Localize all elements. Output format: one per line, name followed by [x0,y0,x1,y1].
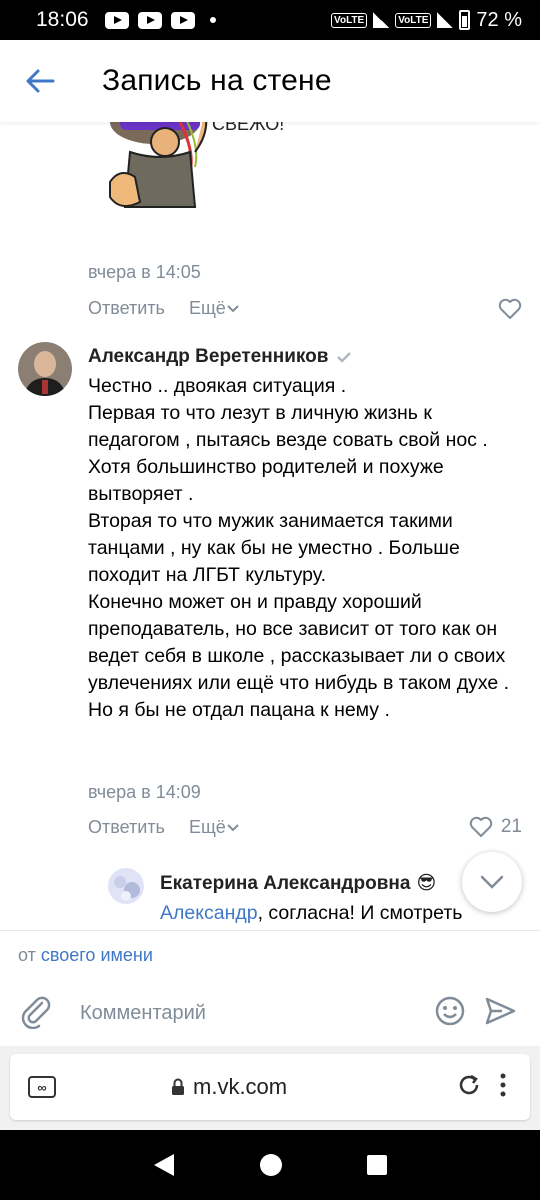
youtube-notification-icon [170,11,195,29]
avatar[interactable] [108,868,144,904]
like-count: 21 [500,816,522,837]
comment-line: Первая то что лезут в личную жизнь к пед… [88,402,488,451]
emoji-button[interactable] [434,995,468,1032]
sticker-image: СВЕЖО! [100,122,300,232]
browser-menu-button[interactable] [500,1073,506,1102]
url-text: m.vk.com [193,1074,288,1099]
author-name: Александр Веретенников [88,346,329,367]
status-time: 18:06 [36,8,89,31]
url-display[interactable]: m.vk.com [171,1074,287,1100]
reload-icon [459,1074,479,1094]
browser-toolbar: ∞ m.vk.com [0,1046,540,1130]
comment-actions: Ответить Ещё [88,817,240,838]
send-button[interactable] [484,995,518,1032]
reply-text-content: , согласна! И смотреть [257,902,463,924]
author-name: Екатерина Александровна [160,872,411,894]
status-right: VoLTE VoLTE 72 % [331,9,522,32]
back-button[interactable] [0,40,80,122]
comment-composer: Комментарий [0,980,540,1046]
more-notifications-icon [209,17,216,23]
reply-button[interactable]: Ответить [88,298,165,319]
sticker-caption: СВЕЖО! [212,122,284,134]
address-bar[interactable]: ∞ m.vk.com [10,1054,530,1120]
more-label: Ещё [188,298,226,318]
arrow-left-icon [26,69,55,93]
battery-icon [459,10,471,30]
system-nav-bar [0,1130,540,1200]
from-link[interactable]: своего имени [41,945,153,965]
volte-badge: VoLTE [331,12,368,28]
reply-text: Александр, согласна! И смотреть [160,902,462,925]
comment-timestamp: вчера в 14:05 [88,262,201,282]
comment-actions: Ответить Ещё [88,298,240,319]
reply-author[interactable]: Екатерина Александровна 😎 [160,872,436,895]
checkmark-icon [337,352,352,363]
comment-line: Вторая то что мужик занимается такими та… [88,510,460,586]
chevron-down-icon [227,823,239,831]
comments-feed[interactable]: СВЕЖО! вчера в 14:05 Ответить Ещё Алекса… [0,122,540,930]
nav-back-icon[interactable] [152,1152,176,1178]
nav-recents-icon[interactable] [366,1154,388,1176]
comment-timestamp: вчера в 14:09 [88,782,201,802]
comment-author[interactable]: Александр Веретенников [88,346,352,368]
tabs-icon[interactable]: ∞ [28,1076,56,1098]
app-header: Запись на стене [0,40,540,122]
mention-link[interactable]: Александр [160,902,258,924]
status-bar: 18:06 VoLTE VoLTE 72 % [0,0,540,40]
paperclip-icon [21,996,51,1029]
heart-icon [498,298,522,319]
comment-text: Честно .. двоякая ситуация . Первая то ч… [88,373,528,724]
post-as-selector[interactable]: от своего имени [0,930,540,980]
emoji-badge: 😎 [416,873,437,894]
reply-button[interactable]: Ответить [88,817,165,838]
comment-input[interactable]: Комментарий [80,1002,434,1025]
heart-icon [469,816,493,837]
lock-icon [172,1078,184,1095]
from-prefix: от [18,945,41,965]
more-vertical-icon [500,1073,506,1096]
more-button[interactable]: Ещё [189,817,240,838]
like-button[interactable] [498,298,522,320]
send-icon [485,997,516,1024]
more-label: Ещё [188,817,226,837]
more-button[interactable]: Ещё [189,298,240,319]
page-title: Запись на стене [102,64,332,97]
battery-percent: 72 % [476,8,522,31]
volte-badge: VoLTE [395,12,432,28]
youtube-notification-icon [137,11,162,29]
comment-line: Но я бы не отдал пацана к нему . [88,699,390,721]
chevron-down-icon [480,875,504,889]
comment-line: Конечно может он и правду хороший препод… [88,591,510,694]
scroll-down-button[interactable] [462,852,522,912]
nav-home-icon[interactable] [259,1153,283,1177]
signal-icon [373,12,390,28]
youtube-notification-icon [104,11,129,29]
attach-button[interactable] [18,993,58,1034]
comment-line: Честно .. двоякая ситуация . [88,375,347,397]
reload-button[interactable] [456,1072,482,1103]
chevron-down-icon [227,304,239,312]
like-button[interactable]: 21 [469,816,522,838]
avatar[interactable] [18,342,72,396]
signal-icon [437,12,454,28]
smiley-icon [435,996,465,1025]
comment-line: Хотя большинство родителей и похуже вытв… [88,456,444,505]
